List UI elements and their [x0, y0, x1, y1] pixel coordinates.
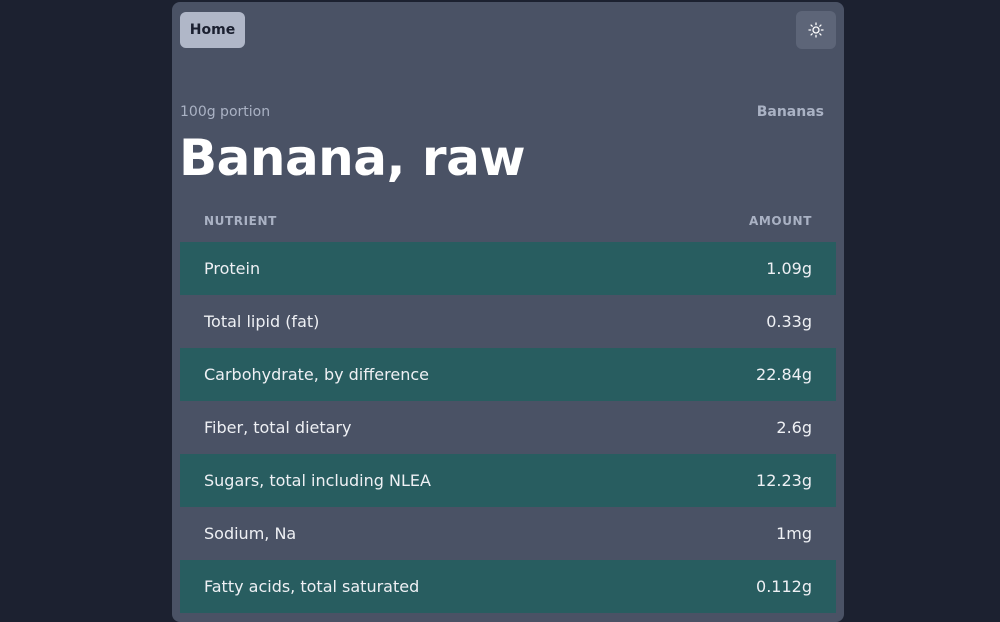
nutrient-amount: 0.33g: [766, 312, 812, 331]
table-row: Sugars, total including NLEA 12.23g: [180, 454, 836, 507]
column-header-amount: AMOUNT: [748, 214, 812, 228]
nutrient-amount: 12.23g: [756, 471, 812, 490]
food-card: Home 100g portion Bananas Banana, raw NU…: [172, 2, 844, 622]
nutrient-amount: 22.84g: [756, 365, 812, 384]
table-row: Fatty acids, total saturated 0.112g: [180, 560, 836, 613]
nutrient-name: Carbohydrate, by difference: [204, 365, 429, 384]
nutrient-amount: 1mg: [776, 524, 812, 543]
table-row: Total lipid (fat) 0.33g: [180, 295, 836, 348]
nutrient-name: Sodium, Na: [204, 524, 297, 543]
home-button[interactable]: Home: [180, 12, 245, 48]
nutrient-amount: 2.6g: [776, 418, 812, 437]
nutrient-table: Protein 1.09g Total lipid (fat) 0.33g Ca…: [180, 242, 836, 613]
theme-toggle-button[interactable]: [796, 11, 836, 49]
page-title: Banana, raw: [179, 129, 526, 187]
column-header-nutrient: NUTRIENT: [204, 214, 277, 228]
nutrient-amount: 0.112g: [756, 577, 812, 596]
nutrient-name: Fatty acids, total saturated: [204, 577, 420, 596]
nutrient-name: Sugars, total including NLEA: [204, 471, 431, 490]
sun-icon: [808, 22, 824, 38]
table-row: Protein 1.09g: [180, 242, 836, 295]
nutrient-name: Protein: [204, 259, 261, 278]
nutrient-name: Total lipid (fat): [204, 312, 320, 331]
food-category: Bananas: [756, 104, 824, 120]
table-row: Carbohydrate, by difference 22.84g: [180, 348, 836, 401]
nutrient-amount: 1.09g: [766, 259, 812, 278]
table-row: Sodium, Na 1mg: [180, 507, 836, 560]
portion-label: 100g portion: [180, 104, 271, 120]
table-row: Fiber, total dietary 2.6g: [180, 401, 836, 454]
table-header: NUTRIENT AMOUNT: [180, 206, 836, 236]
nutrient-name: Fiber, total dietary: [204, 418, 352, 437]
